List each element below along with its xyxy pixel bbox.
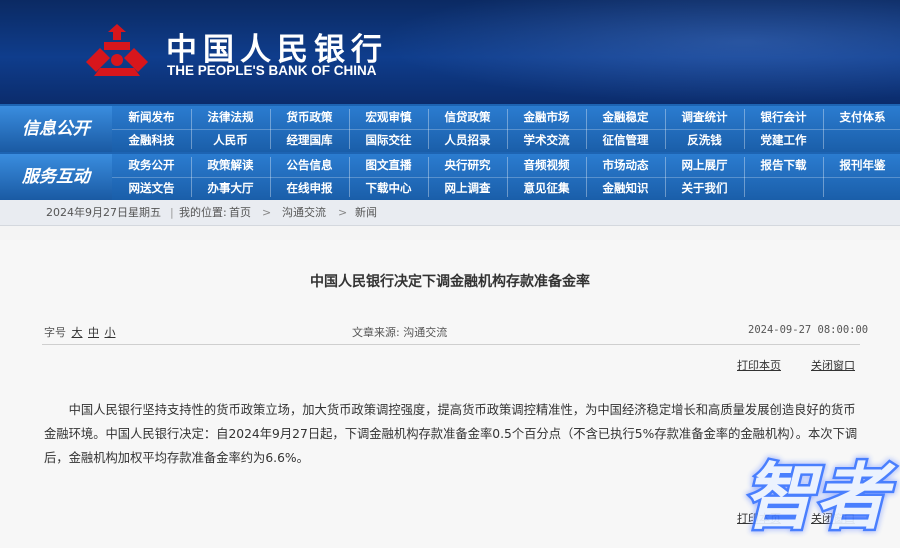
nav-info-item[interactable]: 信贷政策 xyxy=(428,106,507,129)
nav-info-title[interactable]: 信息公开 xyxy=(0,106,112,152)
nav-service-item[interactable]: 报告下载 xyxy=(744,154,823,177)
nav-service-item[interactable]: 关于我们 xyxy=(665,177,744,200)
article-source-value: 沟通交流 xyxy=(403,326,448,339)
breadcrumb-chevron-icon: > xyxy=(338,206,348,219)
breadcrumb-section-link[interactable]: 沟通交流 xyxy=(282,200,326,226)
nav-column-divider xyxy=(744,157,745,197)
nav-info-item[interactable]: 法律法规 xyxy=(191,106,270,129)
nav-service-item[interactable]: 在线申报 xyxy=(270,177,349,200)
nav-info-item[interactable]: 反洗钱 xyxy=(665,129,744,152)
print-page-link[interactable]: 打印本页 xyxy=(737,357,781,373)
nav-service-item[interactable]: 音频视频 xyxy=(507,154,586,177)
bank-name-en: THE PEOPLE'S BANK OF CHINA xyxy=(167,63,377,78)
site-header: 中国人民银行 THE PEOPLE'S BANK OF CHINA xyxy=(0,0,900,104)
main-nav: 信息公开 新闻发布 法律法规 货币政策 宏观审慎 信贷政策 金融市场 金融稳定 调查统计 银行会… xyxy=(0,104,900,200)
nav-service-item[interactable]: 央行研究 xyxy=(428,154,507,177)
nav-info-item[interactable]: 宏观审慎 xyxy=(349,106,428,129)
nav-column-divider xyxy=(349,109,350,149)
nav-service-block: 服务互动 政务公开 政策解读 公告信息 图文直播 央行研究 音频视频 市场动态 网上展厅 报告下… xyxy=(0,154,900,200)
article-source: 文章来源: 沟通交流 xyxy=(352,324,447,340)
pboc-logo-icon[interactable] xyxy=(80,22,154,84)
nav-service-item[interactable]: 意见征集 xyxy=(507,177,586,200)
nav-column-divider xyxy=(507,157,508,197)
nav-column-divider xyxy=(191,109,192,149)
nav-info-item[interactable]: 调查统计 xyxy=(665,106,744,129)
breadcrumb-current: 新闻 xyxy=(355,206,377,219)
nav-info-item[interactable]: 党建工作 xyxy=(744,129,823,152)
nav-column-divider xyxy=(191,157,192,197)
nav-column-divider xyxy=(507,109,508,149)
nav-service-item[interactable]: 网上展厅 xyxy=(665,154,744,177)
nav-service-item[interactable]: 政务公开 xyxy=(112,154,191,177)
nav-service-item[interactable]: 政策解读 xyxy=(191,154,270,177)
nav-column-divider xyxy=(665,157,666,197)
close-window-link[interactable]: 关闭窗口 xyxy=(811,357,855,373)
breadcrumb-location-label: 我的位置: xyxy=(179,206,227,219)
nav-info-item[interactable]: 经理国库 xyxy=(270,129,349,152)
nav-service-item[interactable]: 报刊年鉴 xyxy=(823,154,900,177)
nav-info-item[interactable]: 金融稳定 xyxy=(586,106,665,129)
breadcrumb-separator-bar: | xyxy=(170,206,174,219)
nav-service-item[interactable]: 下载中心 xyxy=(349,177,428,200)
nav-service-item[interactable]: 网上调查 xyxy=(428,177,507,200)
nav-column-divider xyxy=(270,157,271,197)
nav-service-title[interactable]: 服务互动 xyxy=(0,154,112,200)
nav-info-item[interactable]: 人员招录 xyxy=(428,129,507,152)
nav-service-item[interactable]: 办事大厅 xyxy=(191,177,270,200)
nav-column-divider xyxy=(270,109,271,149)
nav-service-item[interactable]: 市场动态 xyxy=(586,154,665,177)
breadcrumb: 2024年9月27日 星期五 | 我的位置: 首页 > 沟通交流 > 新闻 xyxy=(0,200,900,226)
nav-column-divider xyxy=(665,109,666,149)
nav-info-grid: 新闻发布 法律法规 货币政策 宏观审慎 信贷政策 金融市场 金融稳定 调查统计 银行会计 支付体系… xyxy=(112,106,900,152)
nav-info-block: 信息公开 新闻发布 法律法规 货币政策 宏观审慎 信贷政策 金融市场 金融稳定 调查统计 银行会… xyxy=(0,106,900,152)
nav-service-grid: 政务公开 政策解读 公告信息 图文直播 央行研究 音频视频 市场动态 网上展厅 报告下载 报刊年鉴… xyxy=(112,154,900,200)
nav-info-item[interactable]: 国际交往 xyxy=(349,129,428,152)
nav-column-divider xyxy=(586,109,587,149)
nav-service-item[interactable]: 图文直播 xyxy=(349,154,428,177)
nav-info-item[interactable]: 支付体系 xyxy=(823,106,900,129)
nav-column-divider xyxy=(823,157,824,197)
nav-column-divider xyxy=(744,109,745,149)
nav-column-divider xyxy=(823,109,824,149)
font-size-large-link[interactable]: 大 xyxy=(72,326,83,339)
nav-column-divider xyxy=(428,109,429,149)
watermark-logo-icon: 智者 xyxy=(741,452,899,542)
nav-info-item[interactable]: 新闻发布 xyxy=(112,106,191,129)
breadcrumb-date: 2024年9月27日 xyxy=(46,206,128,219)
nav-column-divider xyxy=(349,157,350,197)
font-size-small-link[interactable]: 小 xyxy=(105,326,116,339)
nav-info-item[interactable]: 征信管理 xyxy=(586,129,665,152)
breadcrumb-chevron-icon: > xyxy=(262,206,272,219)
nav-info-item[interactable]: 学术交流 xyxy=(507,129,586,152)
article-datetime: 2024-09-27 08:00:00 xyxy=(748,324,869,336)
article-source-label: 文章来源: xyxy=(352,326,400,339)
article-title: 中国人民银行决定下调金融机构存款准备金率 xyxy=(310,274,590,290)
nav-info-item[interactable]: 金融科技 xyxy=(112,129,191,152)
nav-service-item[interactable]: 网送文告 xyxy=(112,177,191,200)
font-size-medium-link[interactable]: 中 xyxy=(88,326,99,339)
nav-column-divider xyxy=(586,157,587,197)
nav-info-item[interactable]: 人民币 xyxy=(191,129,270,152)
nav-column-divider xyxy=(428,157,429,197)
font-size-label: 字号 xyxy=(44,326,66,339)
nav-info-item[interactable]: 金融市场 xyxy=(507,106,586,129)
article-divider xyxy=(42,344,860,345)
watermark-text: 智者 xyxy=(743,454,896,539)
breadcrumb-home-link[interactable]: 首页 xyxy=(229,200,251,226)
nav-service-item[interactable]: 金融知识 xyxy=(586,177,665,200)
header-glow xyxy=(380,0,900,104)
nav-info-item[interactable]: 货币政策 xyxy=(270,106,349,129)
nav-info-item[interactable]: 银行会计 xyxy=(744,106,823,129)
font-size-controls: 字号 大 中 小 xyxy=(44,324,116,340)
breadcrumb-weekday: 星期五 xyxy=(128,206,161,219)
nav-service-item[interactable]: 公告信息 xyxy=(270,154,349,177)
